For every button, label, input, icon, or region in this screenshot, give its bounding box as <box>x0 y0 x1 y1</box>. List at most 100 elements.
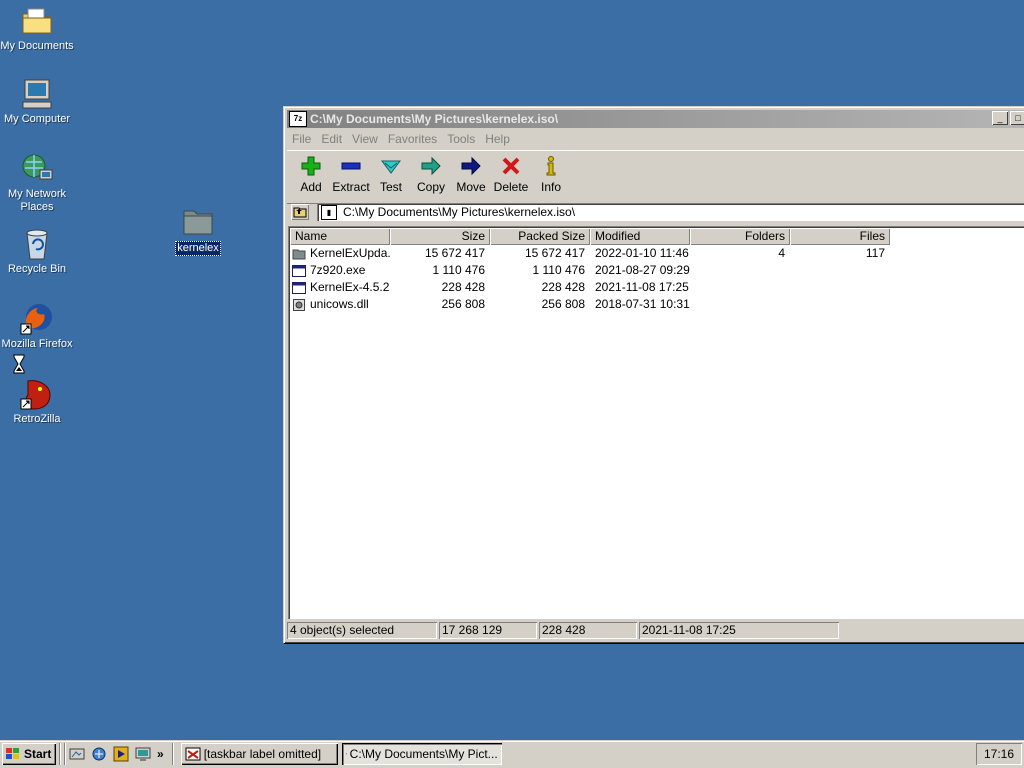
extract-button[interactable]: Extract <box>331 151 371 203</box>
app-icon[interactable]: 7z <box>289 111 307 127</box>
add-button[interactable]: Add <box>291 151 331 203</box>
quick-launch-more[interactable]: » <box>157 747 164 761</box>
window-title: C:\My Documents\My Pictures\kernelex.iso… <box>310 112 559 126</box>
taskbar-button-browser[interactable]: [taskbar label omitted] <box>181 743 338 765</box>
file-list-header: Name Size Packed Size Modified Folders F… <box>290 228 1024 245</box>
info-button[interactable]: Info <box>531 151 571 203</box>
desktop-icon-label: Recycle Bin <box>7 263 67 275</box>
task-label: C:\My Documents\My Pict... <box>349 747 498 761</box>
system-tray-clock[interactable]: 17:16 <box>976 743 1022 765</box>
minimize-button[interactable]: _ <box>992 111 1008 125</box>
file-row[interactable]: KernelExUpda... 15 672 417 15 672 417 20… <box>290 245 1024 262</box>
menu-edit[interactable]: Edit <box>316 130 347 148</box>
file-modified: 2018-07-31 10:31 <box>595 297 690 311</box>
column-size[interactable]: Size <box>390 228 490 245</box>
copy-label: Copy <box>416 180 445 194</box>
column-folders[interactable]: Folders <box>690 228 790 245</box>
delete-button[interactable]: Delete <box>491 151 531 203</box>
desktop-icon-label: Mozilla Firefox <box>1 338 73 350</box>
maximize-button[interactable]: □ <box>1010 111 1024 125</box>
desktop-icon-recycle-bin[interactable]: Recycle Bin <box>0 227 77 276</box>
desktop-icon-my-documents[interactable]: My Documents <box>0 4 77 53</box>
firefox-icon <box>20 302 54 336</box>
file-name: unicows.dll <box>310 297 369 311</box>
desktop-icon[interactable] <box>135 746 151 762</box>
file-folders <box>690 262 790 279</box>
title-bar[interactable]: 7z C:\My Documents\My Pictures\kernelex.… <box>287 110 1024 128</box>
column-packed-size[interactable]: Packed Size <box>490 228 590 245</box>
test-label: Test <box>379 180 402 194</box>
file-files <box>790 296 890 313</box>
up-folder-button[interactable] <box>291 204 309 220</box>
file-folders: 4 <box>778 246 785 260</box>
status-total-size: 17 268 129 <box>439 622 537 639</box>
folder-icon <box>181 205 215 239</box>
file-folders <box>690 279 790 296</box>
menu-help[interactable]: Help <box>480 130 515 148</box>
file-name: KernelEx-4.5.2... <box>310 280 390 294</box>
info-icon <box>539 155 563 177</box>
file-row[interactable]: KernelEx-4.5.2... 228 428 228 428 2021-1… <box>290 279 1024 296</box>
show-desktop-icon[interactable] <box>69 746 85 762</box>
file-modified: 2021-08-27 09:29 <box>595 263 690 277</box>
menu-favorites[interactable]: Favorites <box>383 130 442 148</box>
file-list[interactable]: Name Size Packed Size Modified Folders F… <box>288 226 1024 619</box>
menu-file[interactable]: File <box>287 130 316 148</box>
taskbar-button-7zip[interactable]: C:\My Documents\My Pict... <box>341 743 502 765</box>
media-player-icon[interactable] <box>113 746 129 762</box>
test-icon <box>379 155 403 177</box>
copy-button[interactable]: Copy <box>411 151 451 203</box>
file-folders <box>690 296 790 313</box>
file-files <box>790 262 890 279</box>
file-packed-size: 228 428 <box>541 280 585 294</box>
desktop-icon-kernelex-folder[interactable]: kernelex <box>158 205 238 256</box>
file-files: 117 <box>865 246 885 260</box>
network-icon <box>20 152 54 186</box>
test-button[interactable]: Test <box>371 151 411 203</box>
file-row[interactable]: unicows.dll 256 808 256 808 2018-07-31 1… <box>290 296 1024 313</box>
column-files[interactable]: Files <box>790 228 890 245</box>
file-packed-size: 15 672 417 <box>524 246 585 260</box>
delete-icon <box>499 155 523 177</box>
copy-icon <box>419 155 443 177</box>
desktop-icon-network-places[interactable]: My Network Places <box>0 152 77 214</box>
windows-logo-icon <box>6 748 19 759</box>
desktop-icon-firefox[interactable]: Mozilla Firefox <box>0 302 77 351</box>
move-icon <box>459 155 483 177</box>
menu-view[interactable]: View <box>347 130 383 148</box>
hourglass-cursor-icon <box>13 354 25 374</box>
dll-icon <box>293 298 305 311</box>
column-modified[interactable]: Modified <box>590 228 690 245</box>
desktop-icon-label: My Documents <box>0 40 74 52</box>
desktop-icon-my-computer[interactable]: My Computer <box>0 77 77 126</box>
folder-documents-icon <box>20 4 54 38</box>
status-packed-size: 228 428 <box>539 622 637 639</box>
exe-icon <box>292 281 306 294</box>
start-button[interactable]: Start <box>2 743 56 765</box>
desktop-icon-retrozilla[interactable]: RetroZilla <box>0 377 77 426</box>
desktop-icon-label: kernelex <box>175 241 221 256</box>
move-button[interactable]: Move <box>451 151 491 203</box>
desktop-icon-label: My Network Places <box>7 188 67 213</box>
extract-icon <box>339 155 363 177</box>
extract-label: Extract <box>332 180 370 194</box>
desktop-icon-label: RetroZilla <box>13 413 61 425</box>
file-modified: 2022-01-10 11:46 <box>595 246 689 260</box>
file-size: 1 110 476 <box>432 263 486 277</box>
column-name[interactable]: Name <box>290 228 390 245</box>
file-manager-window: 7z C:\My Documents\My Pictures\kernelex.… <box>283 106 1024 643</box>
add-icon <box>299 155 323 177</box>
file-name: KernelExUpda... <box>310 246 390 260</box>
address-bar[interactable]: ▮ C:\My Documents\My Pictures\kernelex.i… <box>317 203 1024 221</box>
menu-tools[interactable]: Tools <box>442 130 480 148</box>
address-input[interactable]: C:\My Documents\My Pictures\kernelex.iso… <box>343 205 575 219</box>
channels-icon[interactable] <box>91 746 107 762</box>
file-modified: 2021-11-08 17:25 <box>595 280 689 294</box>
address-row: ▮ C:\My Documents\My Pictures\kernelex.i… <box>287 200 1024 224</box>
file-packed-size: 1 110 476 <box>532 263 586 277</box>
menu-bar: File Edit View Favorites Tools Help <box>287 130 515 148</box>
recycle-bin-icon <box>20 227 54 261</box>
taskbar-separator <box>64 743 66 765</box>
file-row[interactable]: 7z920.exe 1 110 476 1 110 476 2021-08-27… <box>290 262 1024 279</box>
taskbar-separator <box>172 743 174 765</box>
